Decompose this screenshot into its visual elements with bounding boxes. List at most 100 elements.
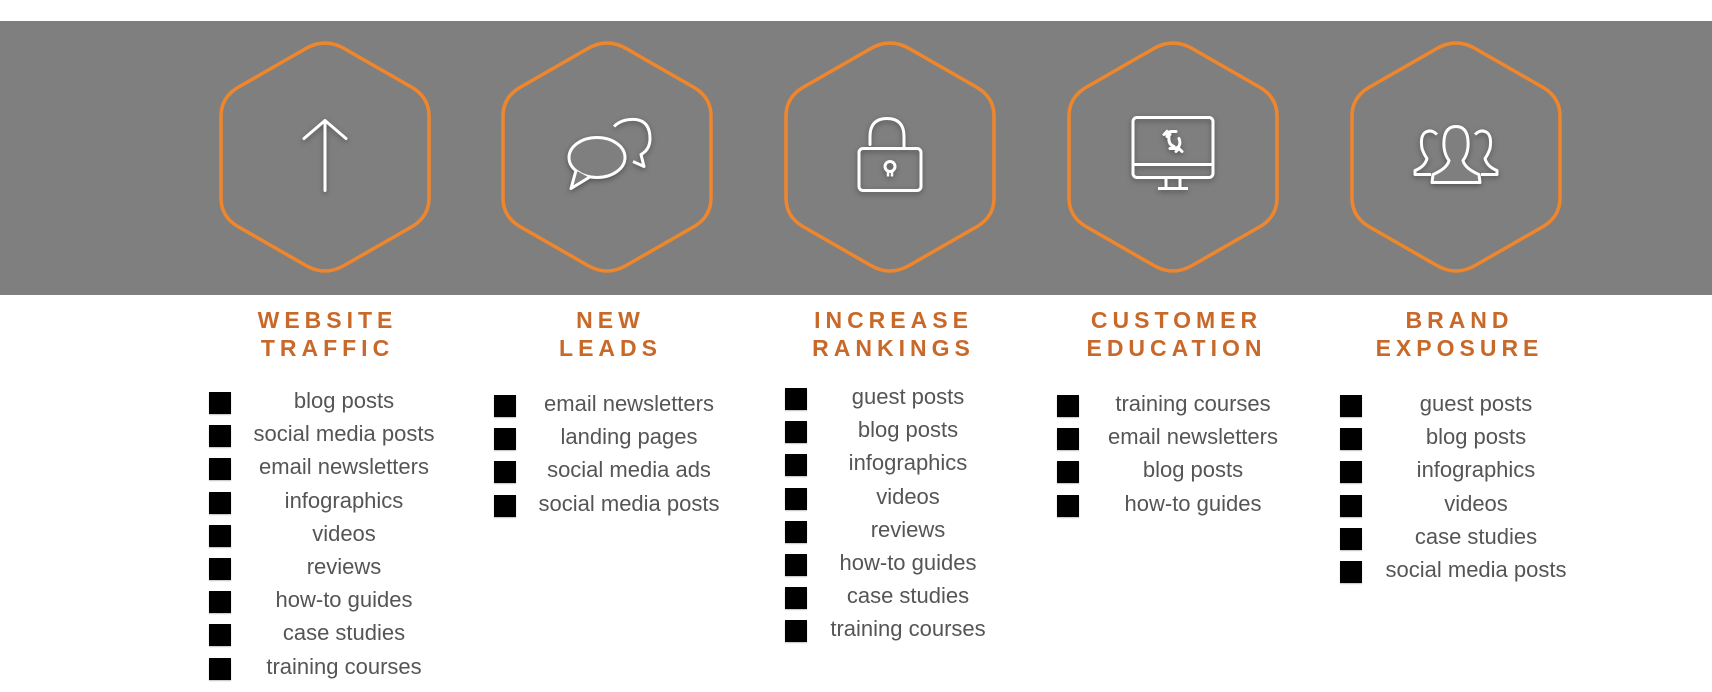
list-item-label: guest posts bbox=[851, 384, 965, 409]
square-bullet-icon bbox=[1340, 560, 1362, 583]
list-item: social media posts bbox=[186, 420, 469, 453]
list-item: infographics bbox=[1318, 456, 1601, 489]
list-item-label: case studies bbox=[846, 583, 970, 609]
arrow-up-icon bbox=[300, 115, 350, 200]
goal-title-line: INCREASE bbox=[814, 307, 973, 333]
list-item: blog posts bbox=[186, 387, 469, 420]
list-item-label: reviews bbox=[870, 516, 946, 542]
list-item: blog posts bbox=[752, 416, 1035, 449]
hexagon-customer-education bbox=[1065, 40, 1281, 274]
goal-title: INCREASE RANKINGS bbox=[752, 306, 1035, 362]
user-group-icon bbox=[1411, 123, 1501, 192]
goal-title: NEW LEADS bbox=[469, 306, 752, 362]
unlocked-padlock-icon bbox=[855, 115, 925, 200]
list-item-label: social media posts bbox=[1385, 556, 1567, 582]
list-item: videos bbox=[752, 483, 1035, 516]
square-bullet-icon bbox=[1340, 461, 1362, 484]
goal-column-increase-rankings: INCREASE RANKINGS guest posts blog posts i… bbox=[752, 306, 1035, 643]
list-item-label: email newsletters bbox=[259, 454, 429, 480]
list-item-label: videos bbox=[876, 483, 940, 509]
square-bullet-icon bbox=[785, 587, 807, 610]
goal-title-line: TRAFFIC bbox=[260, 335, 395, 361]
list-item-label: training courses bbox=[1115, 391, 1271, 416]
list-item: social media ads bbox=[469, 456, 752, 489]
square-bullet-icon bbox=[1057, 461, 1079, 484]
square-bullet-icon bbox=[785, 620, 807, 643]
list-item: reviews bbox=[186, 553, 469, 586]
square-bullet-icon bbox=[494, 461, 516, 484]
goal-column-new-leads: NEW LEADS email newsletters landing pages… bbox=[469, 306, 752, 517]
list-item-label: email newsletters bbox=[1108, 424, 1278, 450]
list-item: training courses bbox=[186, 653, 469, 686]
list-item: email newsletters bbox=[469, 390, 752, 423]
goal-title-line: NEW bbox=[576, 307, 645, 333]
list-item: training courses bbox=[1035, 390, 1318, 423]
goal-column-website-traffic: WEBSITE TRAFFIC blog posts social media p… bbox=[186, 306, 469, 680]
monitor-refresh-icon bbox=[1130, 115, 1216, 200]
goal-title-line: BRAND bbox=[1405, 307, 1514, 333]
goal-column-customer-education: CUSTOMER EDUCATION training courses email… bbox=[1035, 306, 1318, 517]
goal-title: BRAND EXPOSURE bbox=[1318, 306, 1601, 362]
list-item: how-to guides bbox=[1035, 490, 1318, 523]
square-bullet-icon bbox=[785, 487, 807, 510]
list-item-label: reviews bbox=[306, 553, 382, 579]
goal-title-line: EDUCATION bbox=[1086, 335, 1267, 361]
list-item: videos bbox=[186, 520, 469, 553]
list-item-label: case studies bbox=[282, 620, 406, 646]
list-item-label: guest posts bbox=[1419, 391, 1533, 416]
list-item: social media posts bbox=[1318, 556, 1601, 589]
square-bullet-icon bbox=[209, 524, 231, 547]
list-item: reviews bbox=[752, 516, 1035, 549]
content-list: guest posts blog posts infographics videos c… bbox=[1318, 390, 1601, 589]
list-item-label: how-to guides bbox=[1124, 490, 1262, 516]
square-bullet-icon bbox=[1057, 494, 1079, 517]
hexagon-increase-rankings bbox=[782, 40, 998, 274]
hexagon-website-traffic bbox=[217, 40, 433, 274]
list-item-label: training courses bbox=[266, 653, 422, 679]
square-bullet-icon bbox=[1340, 395, 1362, 417]
square-bullet-icon bbox=[209, 624, 231, 647]
list-item: blog posts bbox=[1318, 423, 1601, 456]
list-item: guest posts bbox=[1318, 390, 1601, 423]
square-bullet-icon bbox=[209, 557, 231, 580]
square-bullet-icon bbox=[494, 428, 516, 451]
list-item: case studies bbox=[752, 582, 1035, 615]
list-item-label: how-to guides bbox=[839, 549, 977, 575]
list-item-label: videos bbox=[1444, 490, 1508, 516]
list-item: email newsletters bbox=[186, 453, 469, 486]
list-item-label: how-to guides bbox=[275, 587, 413, 613]
square-bullet-icon bbox=[785, 553, 807, 576]
list-item: case studies bbox=[186, 619, 469, 652]
list-item-label: blog posts bbox=[857, 417, 959, 443]
square-bullet-icon bbox=[1057, 395, 1079, 417]
list-item: how-to guides bbox=[186, 586, 469, 619]
square-bullet-icon bbox=[785, 520, 807, 543]
square-bullet-icon bbox=[209, 491, 231, 514]
list-item-label: email newsletters bbox=[544, 391, 714, 416]
square-bullet-icon bbox=[494, 395, 516, 417]
square-bullet-icon bbox=[1340, 494, 1362, 517]
list-item-label: landing pages bbox=[560, 424, 698, 450]
hexagon-new-leads bbox=[499, 40, 715, 274]
square-bullet-icon bbox=[209, 657, 231, 680]
list-item: infographics bbox=[752, 449, 1035, 482]
square-bullet-icon bbox=[1340, 428, 1362, 451]
list-item-label: infographics bbox=[1416, 457, 1536, 483]
chat-bubbles-icon bbox=[562, 117, 652, 198]
content-list: training courses email newsletters blog po… bbox=[1035, 390, 1318, 523]
list-item-label: social media ads bbox=[547, 457, 711, 483]
square-bullet-icon bbox=[785, 388, 807, 410]
list-item-label: case studies bbox=[1414, 523, 1538, 549]
list-item: training courses bbox=[752, 615, 1035, 648]
square-bullet-icon bbox=[785, 454, 807, 477]
goal-title-line: CUSTOMER bbox=[1090, 307, 1263, 333]
list-item-label: social media posts bbox=[538, 490, 720, 516]
square-bullet-icon bbox=[1340, 527, 1362, 550]
content-list: email newsletters landing pages social med… bbox=[469, 390, 752, 523]
list-item: email newsletters bbox=[1035, 423, 1318, 456]
goal-title-line: LEADS bbox=[559, 335, 662, 361]
list-item-label: infographics bbox=[284, 487, 404, 513]
square-bullet-icon bbox=[1057, 428, 1079, 451]
list-item-label: blog posts bbox=[293, 388, 395, 413]
list-item-label: infographics bbox=[848, 450, 968, 476]
